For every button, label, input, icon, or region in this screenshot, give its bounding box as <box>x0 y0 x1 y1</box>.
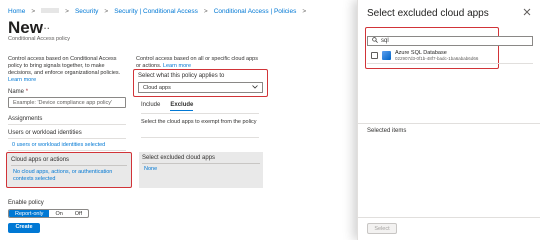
toggle-off[interactable]: Off <box>69 210 88 217</box>
cloud-apps-value[interactable]: No cloud apps, actions, or authenticatio… <box>13 169 129 183</box>
breadcrumb-separator: > <box>65 8 69 15</box>
users-label: Users or workload identities <box>8 130 82 136</box>
enable-policy-toggle[interactable]: Report-only On Off <box>8 209 90 218</box>
applies-to-section: Select what this policy applies to Cloud… <box>133 69 268 97</box>
exclude-description: Select the cloud apps to exempt from the… <box>141 119 257 125</box>
checkbox[interactable] <box>371 52 378 59</box>
tab-include[interactable]: Include <box>141 102 160 111</box>
breadcrumb-conditional-access[interactable]: Security | Conditional Access <box>114 8 198 15</box>
toggle-on[interactable]: On <box>49 210 68 217</box>
cloud-apps-description-text: Control access based on all or specific … <box>136 56 258 69</box>
divider <box>358 123 540 124</box>
applies-to-label: Select what this policy applies to <box>138 73 225 79</box>
breadcrumb-separator: > <box>104 8 109 15</box>
divider <box>8 124 126 125</box>
required-mark: * <box>25 89 29 95</box>
breadcrumb-security[interactable]: Security <box>75 8 98 15</box>
breadcrumb-separator: > <box>31 8 36 15</box>
excluded-apps-value[interactable]: None <box>144 166 157 172</box>
create-button[interactable]: Create <box>8 223 40 233</box>
page-subtitle: Conditional Access policy <box>8 36 71 42</box>
breadcrumb-separator: > <box>203 8 208 15</box>
page-title: New <box>8 18 43 37</box>
app-id: 022907d3-0f1b-48f7-badc-1ba6abab6d66 <box>395 56 479 61</box>
applies-to-select[interactable]: Cloud apps <box>138 82 263 93</box>
breadcrumb: Home > > Security > Security | Condition… <box>8 8 306 15</box>
name-input[interactable]: Example: 'Device compliance app policy' <box>8 97 126 108</box>
more-icon[interactable]: ... <box>40 18 50 32</box>
include-exclude-tabs: Include Exclude <box>141 102 194 111</box>
list-item[interactable]: Azure SQL Database 022907d3-0f1b-48f7-ba… <box>367 48 533 64</box>
policy-description-text: Control access based on Conditional Acce… <box>8 56 121 76</box>
search-value: sql <box>381 38 389 44</box>
assignments-heading: Assignments <box>8 116 43 122</box>
divider <box>358 217 540 218</box>
breadcrumb-home[interactable]: Home <box>8 8 25 15</box>
cloud-apps-section[interactable]: Cloud apps or actions No cloud apps, act… <box>6 152 132 188</box>
breadcrumb-separator: > <box>302 8 307 15</box>
excluded-apps-section[interactable]: Select excluded cloud apps None <box>139 152 263 188</box>
cloud-apps-label: Cloud apps or actions <box>11 157 70 163</box>
users-link[interactable]: 0 users or workload identities selected <box>12 142 105 148</box>
divider <box>141 113 259 114</box>
cloud-apps-description: Control access based on all or specific … <box>136 56 260 70</box>
excluded-apps-label: Select excluded cloud apps <box>142 155 216 161</box>
policy-description: Control access based on Conditional Acce… <box>8 56 126 84</box>
divider <box>11 165 127 166</box>
search-icon <box>372 37 378 45</box>
tab-exclude[interactable]: Exclude <box>170 102 194 111</box>
breadcrumb-redacted <box>41 8 60 13</box>
azure-sql-icon <box>382 51 391 60</box>
selected-items-heading: Selected items <box>367 128 407 134</box>
select-button[interactable]: Select <box>367 223 397 234</box>
enable-policy-label: Enable policy <box>8 200 44 206</box>
app-details: Azure SQL Database 022907d3-0f1b-48f7-ba… <box>395 50 478 61</box>
applies-to-value: Cloud apps <box>143 84 171 91</box>
name-label-text: Name <box>8 89 25 95</box>
toggle-report-only[interactable]: Report-only <box>9 210 50 217</box>
breadcrumb-policies[interactable]: Conditional Access | Policies <box>214 8 297 15</box>
divider <box>142 163 260 164</box>
search-input[interactable]: sql <box>367 36 533 46</box>
panel-title: Select excluded cloud apps <box>367 8 489 19</box>
select-excluded-apps-panel: Select excluded cloud apps sql Azure SQL… <box>357 0 540 240</box>
learn-more-link[interactable]: Learn more <box>8 77 36 83</box>
divider <box>8 150 126 151</box>
divider <box>8 138 126 139</box>
divider <box>141 137 259 138</box>
chevron-down-icon <box>252 84 258 91</box>
name-label: Name * <box>8 89 28 95</box>
close-icon[interactable] <box>523 8 531 19</box>
